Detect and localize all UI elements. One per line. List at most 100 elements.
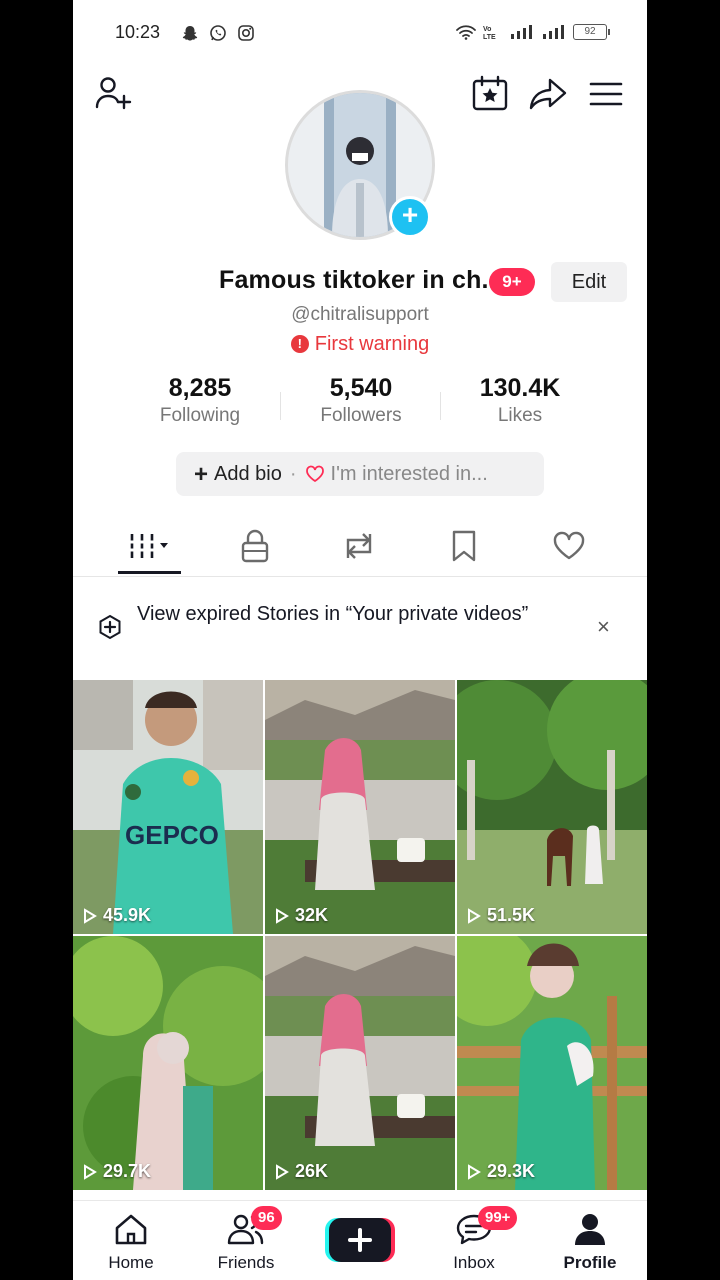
stat-label: Likes xyxy=(497,405,543,426)
view-count-value: 29.3K xyxy=(487,1161,536,1181)
view-count-value: 45.9K xyxy=(103,905,152,925)
expired-stories-notice[interactable]: View expired Stories in “Your private vi… xyxy=(137,602,557,627)
profile-screen: 10:23 Vo LTE 92 + Famous tiktoker in ch..… xyxy=(73,0,647,1280)
share-profile-icon[interactable] xyxy=(528,74,568,114)
video-image xyxy=(265,936,455,1190)
video-thumbnail[interactable]: 29.3K xyxy=(457,936,647,1190)
create-button[interactable] xyxy=(325,1218,395,1262)
close-icon[interactable]: × xyxy=(597,614,610,640)
nav-profile-label: Profile xyxy=(563,1253,617,1272)
tab-reposts[interactable] xyxy=(307,520,411,572)
creator-tools-icon[interactable] xyxy=(470,74,510,114)
video-thumbnail[interactable]: GEPCO 45.9K xyxy=(73,680,263,934)
view-count: 45.9K xyxy=(83,905,151,926)
plus-icon: + xyxy=(194,461,209,488)
play-icon xyxy=(84,1163,97,1180)
tab-videos[interactable] xyxy=(98,520,202,572)
nav-friends[interactable]: Friends 96 xyxy=(196,1206,296,1273)
active-tab-indicator xyxy=(118,571,181,574)
video-thumbnail[interactable]: 51.5K xyxy=(457,680,647,934)
stat-followers[interactable]: 5,540 Followers xyxy=(291,374,431,427)
signal-icon xyxy=(511,25,532,39)
battery-indicator: 92 xyxy=(573,24,610,40)
view-count: 29.3K xyxy=(467,1161,535,1182)
nav-home-label: Home xyxy=(108,1253,154,1272)
video-image xyxy=(73,936,263,1190)
edit-profile-button[interactable]: Edit xyxy=(551,262,627,302)
signal-icon-2 xyxy=(543,25,564,39)
whatsapp-icon xyxy=(210,25,226,41)
tab-favorites[interactable] xyxy=(412,520,516,572)
notification-badge[interactable]: 9+ xyxy=(489,268,535,296)
heart-icon xyxy=(553,531,585,560)
play-icon xyxy=(84,907,97,924)
add-avatar-button[interactable]: + xyxy=(389,196,431,238)
nav-friends-label: Friends xyxy=(217,1253,275,1272)
video-image xyxy=(457,936,647,1190)
heart-outline-icon xyxy=(305,465,324,483)
nav-home[interactable]: Home xyxy=(81,1212,181,1273)
menu-icon[interactable] xyxy=(586,74,626,114)
view-count: 29.7K xyxy=(83,1161,151,1182)
stat-label: Followers xyxy=(320,405,402,426)
view-count-value: 26K xyxy=(295,1161,329,1181)
warning-icon: ! xyxy=(290,335,309,353)
stat-divider xyxy=(440,392,441,420)
view-count-value: 51.5K xyxy=(487,905,536,925)
stat-likes[interactable]: 130.4K Likes xyxy=(450,374,590,427)
stat-value: 130.4K xyxy=(479,374,561,402)
friends-badge: 96 xyxy=(251,1206,282,1230)
video-thumbnail[interactable]: 32K xyxy=(265,680,455,934)
username: @chitralisupport xyxy=(291,304,429,325)
story-add-icon xyxy=(99,614,121,640)
video-image xyxy=(265,680,455,934)
nav-inbox[interactable]: Inbox 99+ xyxy=(424,1206,524,1273)
volte-icon: VoLTE xyxy=(483,26,496,40)
nav-profile[interactable]: Profile xyxy=(540,1212,640,1273)
lock-icon xyxy=(241,529,269,563)
stat-label: Following xyxy=(159,405,241,426)
add-bio-label: Add bio xyxy=(214,463,282,485)
wifi-icon xyxy=(456,25,476,40)
video-image: GEPCO xyxy=(73,680,263,934)
instagram-icon xyxy=(238,25,254,41)
view-count: 26K xyxy=(275,1161,328,1182)
play-icon xyxy=(276,1163,289,1180)
svg-text:GEPCO: GEPCO xyxy=(125,820,219,850)
home-icon xyxy=(115,1214,147,1245)
view-count-value: 32K xyxy=(295,905,329,925)
add-friend-icon[interactable] xyxy=(93,74,133,114)
display-name: Famous tiktoker in ch... xyxy=(218,266,503,294)
nav-inbox-label: Inbox xyxy=(453,1253,495,1272)
repost-icon xyxy=(346,533,372,559)
status-time: 10:23 xyxy=(115,22,161,42)
play-icon xyxy=(468,1163,481,1180)
tab-private[interactable] xyxy=(203,520,307,572)
stat-divider xyxy=(280,392,281,420)
play-icon xyxy=(276,907,289,924)
videos-grid-icon xyxy=(130,534,168,558)
video-image xyxy=(457,680,647,934)
profile-icon xyxy=(575,1214,605,1245)
stat-value: 5,540 xyxy=(329,374,393,402)
tabs-divider xyxy=(73,576,647,577)
snapchat-icon xyxy=(182,26,198,41)
warning-text: First warning xyxy=(314,333,430,355)
stat-following[interactable]: 8,285 Following xyxy=(130,374,270,427)
interests-label: I'm interested in... xyxy=(330,463,488,485)
warning-link[interactable]: ! First warning xyxy=(73,333,647,356)
play-icon xyxy=(468,907,481,924)
svg-text:Vo: Vo xyxy=(483,26,491,33)
video-thumbnail[interactable]: 26K xyxy=(265,936,455,1190)
svg-text:LTE: LTE xyxy=(483,34,496,40)
inbox-badge: 99+ xyxy=(478,1206,518,1230)
status-indicators: Vo LTE 92 xyxy=(455,24,610,40)
view-count: 51.5K xyxy=(467,905,535,926)
bio-separator: · xyxy=(289,463,297,485)
add-bio-button[interactable]: + Add bio · I'm interested in... xyxy=(176,452,544,496)
stat-value: 8,285 xyxy=(168,374,232,402)
video-thumbnail[interactable]: 29.7K xyxy=(73,936,263,1190)
tab-liked[interactable] xyxy=(517,520,621,572)
view-count: 32K xyxy=(275,905,328,926)
bookmark-icon xyxy=(452,530,476,562)
